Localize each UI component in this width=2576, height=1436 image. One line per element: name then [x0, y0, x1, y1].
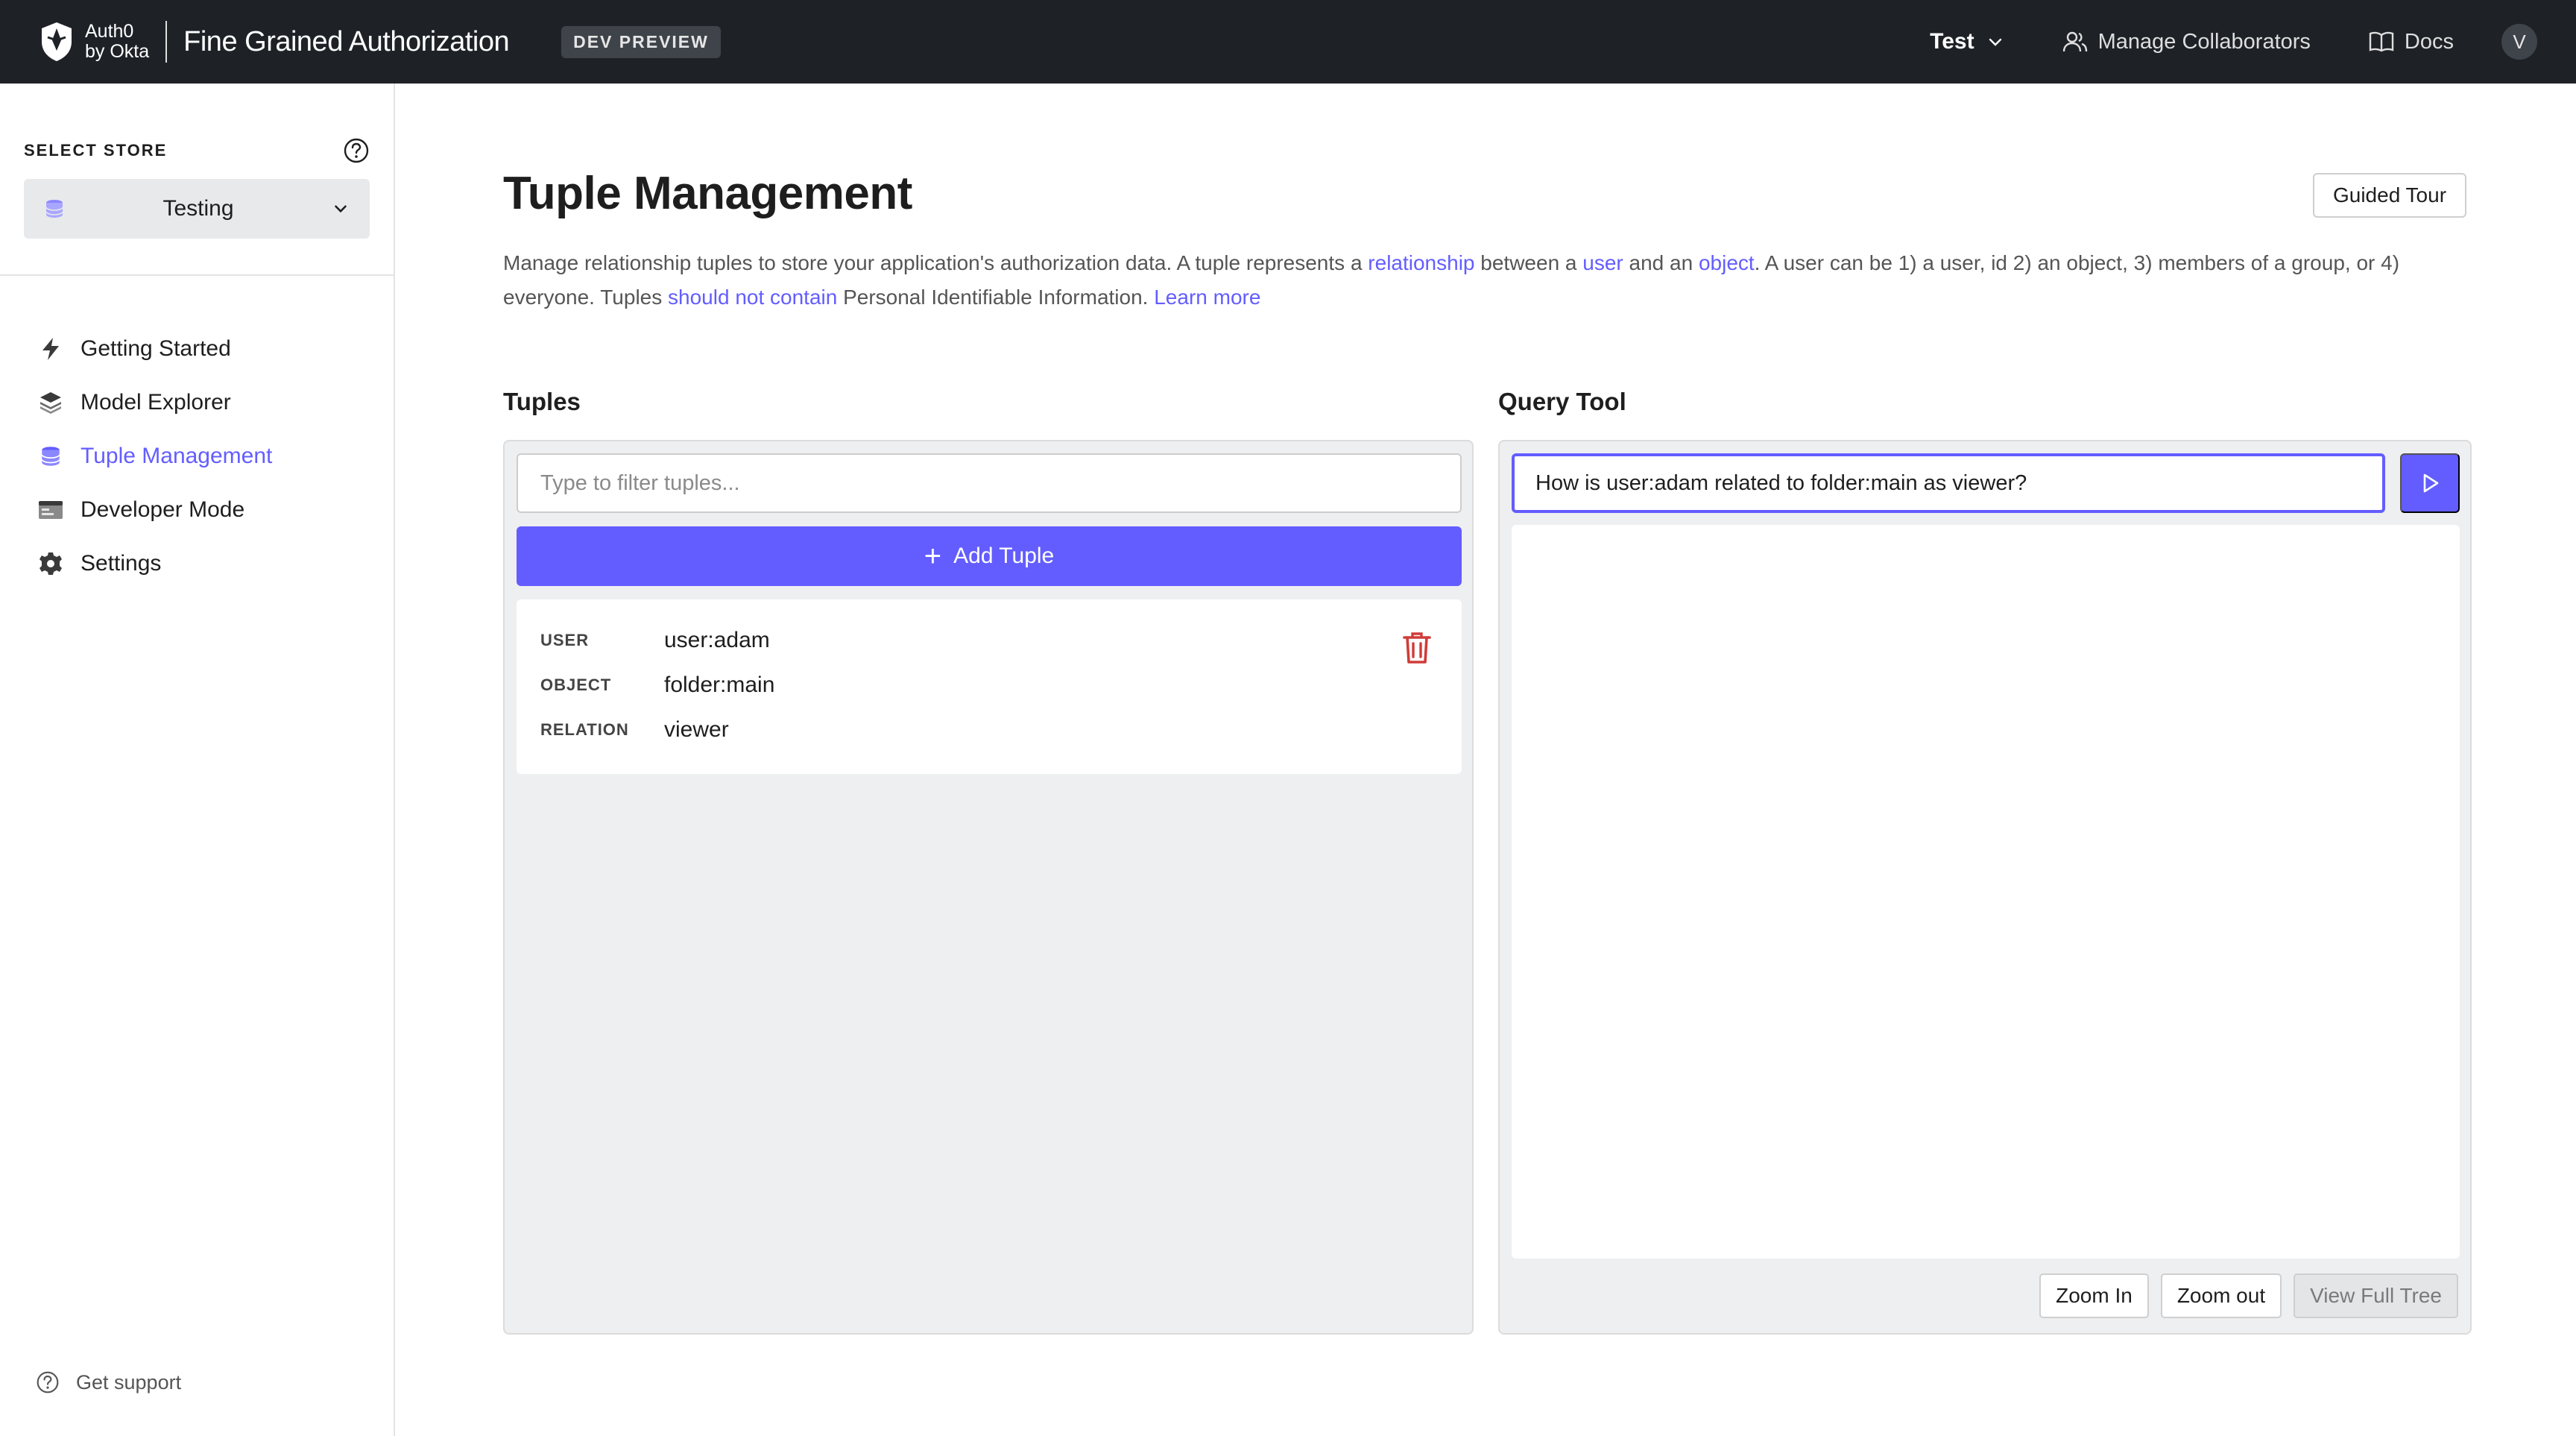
sidebar-item-label: Model Explorer: [80, 390, 231, 415]
topbar-actions: Test Manage Collaborators Docs V: [1930, 24, 2537, 60]
add-tuple-button[interactable]: + Add Tuple: [517, 526, 1462, 586]
zoom-out-button[interactable]: Zoom out: [2160, 1273, 2282, 1318]
help-icon[interactable]: [343, 137, 370, 164]
tuple-user-key: USER: [540, 631, 590, 649]
sidebar-item-label: Developer Mode: [80, 497, 245, 522]
manage-collaborators-link[interactable]: Manage Collaborators: [2062, 30, 2311, 54]
brand-divider: [165, 21, 168, 63]
sidebar-item-tuple-management[interactable]: Tuple Management: [36, 429, 272, 483]
description-text: Personal Identifiable Information.: [837, 286, 1155, 309]
select-store-label: SELECT STORE: [24, 141, 168, 160]
brand-logo[interactable]: Auth0 by Okta: [39, 21, 149, 63]
add-tuple-label: Add Tuple: [953, 544, 1055, 568]
get-support-label: Get support: [76, 1370, 182, 1394]
tuple-object-row: OBJECT folder:main: [540, 673, 774, 698]
database-icon: [45, 200, 63, 218]
sidebar-divider: [0, 274, 394, 276]
page-title: Tuple Management: [503, 168, 912, 219]
zoom-in-button[interactable]: Zoom In: [2039, 1273, 2149, 1318]
auth0-shield-icon: [42, 22, 72, 61]
layers-icon: [36, 388, 66, 418]
brand-text: Auth0 by Okta: [85, 22, 149, 62]
brand-line1: Auth0: [85, 21, 134, 42]
docs-link[interactable]: Docs: [2369, 30, 2454, 54]
environment-select[interactable]: Test: [1930, 29, 2004, 54]
sidebar-item-label: Settings: [80, 551, 162, 576]
store-select[interactable]: Testing: [24, 179, 370, 239]
tuples-title: Tuples: [503, 388, 581, 415]
should-not-contain-link[interactable]: should not contain: [668, 286, 837, 309]
user-link[interactable]: user: [1582, 251, 1623, 274]
relationship-link[interactable]: relationship: [1368, 251, 1474, 274]
sidebar-item-developer-mode[interactable]: Developer Mode: [36, 483, 272, 537]
dev-preview-badge: DEV PREVIEW: [561, 25, 721, 58]
terminal-icon: [36, 495, 66, 525]
database-icon: [36, 441, 66, 471]
tuple-relation-value: viewer: [664, 717, 729, 742]
bolt-icon: [36, 334, 66, 364]
run-query-button[interactable]: [2400, 453, 2460, 513]
store-select-value: Testing: [162, 196, 234, 221]
query-tool-panel: How is user:adam related to folder:main …: [1498, 440, 2472, 1335]
store-label-row: SELECT STORE: [24, 137, 370, 164]
tuple-relation-key: RELATION: [540, 720, 629, 739]
play-icon: [2423, 473, 2439, 493]
user-avatar[interactable]: V: [2501, 24, 2537, 60]
tuple-object-key: OBJECT: [540, 676, 612, 694]
help-circle-icon: [37, 1371, 59, 1394]
tuples-panel: + Add Tuple USER user:adam OBJECT folder…: [503, 440, 1474, 1335]
get-support-link[interactable]: Get support: [36, 1370, 181, 1394]
users-icon: [2062, 31, 2087, 52]
guided-tour-button[interactable]: Guided Tour: [2313, 173, 2466, 218]
object-link[interactable]: object: [1699, 251, 1755, 274]
tuple-relation-row: RELATION viewer: [540, 717, 729, 743]
app-title: Fine Grained Authorization: [183, 25, 510, 57]
sidebar-nav: Getting Started Model Explorer Tuple Man…: [36, 322, 272, 591]
query-input[interactable]: How is user:adam related to folder:main …: [1512, 453, 2385, 513]
tuple-user-row: USER user:adam: [540, 628, 770, 653]
trash-icon[interactable]: [1402, 631, 1432, 665]
book-icon: [2369, 31, 2394, 52]
environment-label: Test: [1930, 29, 1974, 54]
description-text: Manage relationship tuples to store your…: [503, 251, 1368, 274]
query-tool-title: Query Tool: [1498, 388, 1626, 415]
sidebar: SELECT STORE Testing Getting Started Mod…: [0, 84, 395, 1436]
sidebar-item-getting-started[interactable]: Getting Started: [36, 322, 272, 376]
manage-collaborators-label: Manage Collaborators: [2097, 29, 2311, 54]
query-input-value: How is user:adam related to folder:main …: [1535, 470, 2027, 495]
view-full-tree-button[interactable]: View Full Tree: [2294, 1273, 2458, 1318]
chevron-down-icon: [335, 205, 347, 213]
page-description: Manage relationship tuples to store your…: [503, 246, 2471, 315]
learn-more-link[interactable]: Learn more: [1154, 286, 1260, 309]
tuple-card: USER user:adam OBJECT folder:main RELATI…: [517, 599, 1462, 774]
query-result-canvas[interactable]: [1512, 525, 2460, 1259]
docs-label: Docs: [2404, 29, 2454, 54]
description-text: between a: [1474, 251, 1583, 274]
sidebar-item-label: Getting Started: [80, 336, 231, 361]
top-bar: Auth0 by Okta Fine Grained Authorization…: [0, 0, 2576, 84]
zoom-controls: Zoom In Zoom out View Full Tree: [2027, 1273, 2458, 1318]
tuple-user-value: user:adam: [664, 628, 770, 652]
sidebar-item-model-explorer[interactable]: Model Explorer: [36, 376, 272, 429]
chevron-down-icon: [1989, 38, 2001, 46]
sidebar-item-label: Tuple Management: [80, 444, 273, 468]
sidebar-item-settings[interactable]: Settings: [36, 537, 272, 591]
description-text: and an: [1623, 251, 1699, 274]
tuple-object-value: folder:main: [664, 673, 775, 697]
brand-line2: by Okta: [85, 41, 150, 62]
plus-icon: +: [924, 539, 942, 573]
tuple-filter-input[interactable]: [517, 453, 1462, 513]
gear-icon: [36, 549, 66, 579]
